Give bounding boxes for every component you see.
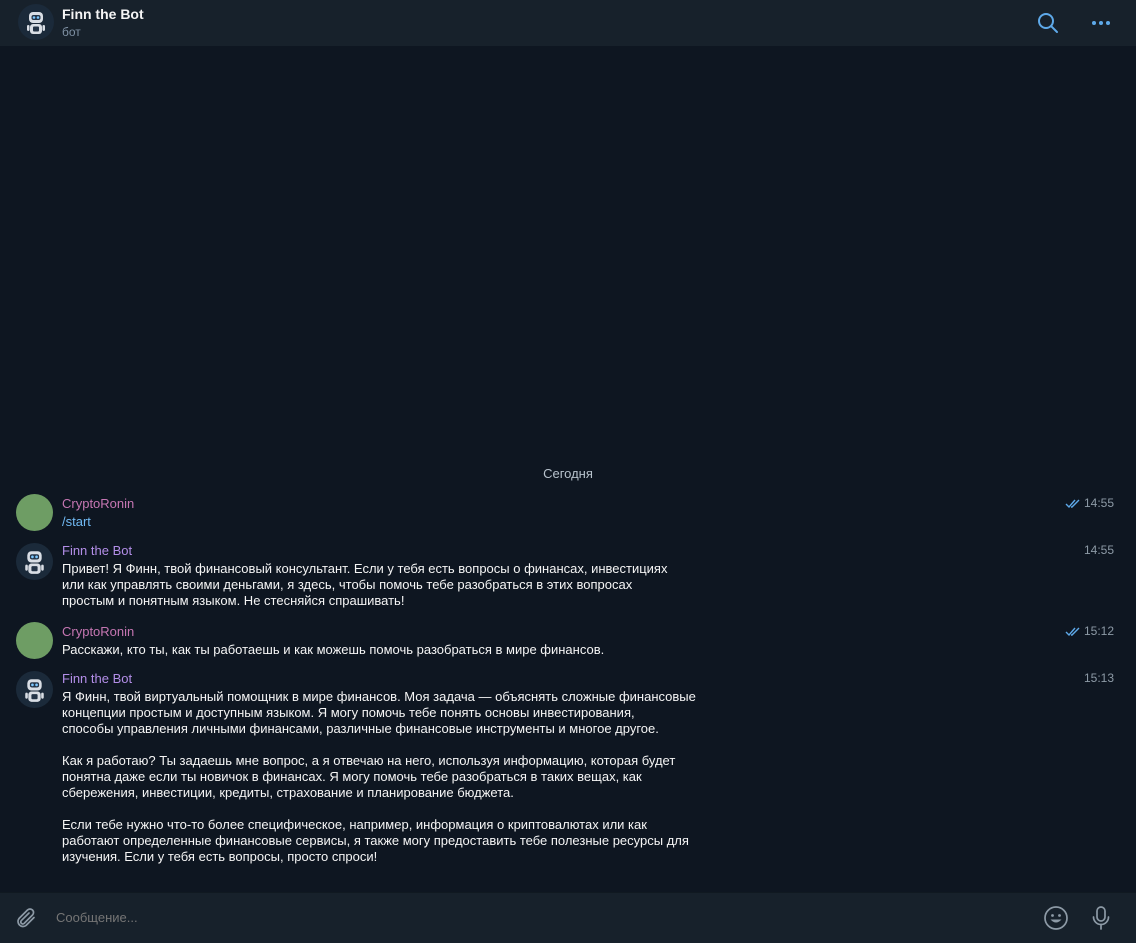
chat-subtitle: бот: [62, 25, 81, 39]
emoji-icon[interactable]: [1043, 905, 1069, 931]
message-text: Я Финн, твой виртуальный помощник в мире…: [62, 689, 696, 864]
search-icon[interactable]: [1036, 11, 1060, 35]
message-author[interactable]: Finn the Bot: [62, 543, 132, 558]
bot-avatar[interactable]: [16, 543, 53, 580]
bot-command-link[interactable]: /start: [62, 514, 732, 530]
message-time: 14:55: [1083, 543, 1114, 557]
message-composer: [0, 892, 1136, 943]
read-check-icon: [1065, 499, 1080, 508]
bot-avatar[interactable]: [16, 671, 53, 708]
more-icon[interactable]: [1089, 11, 1113, 35]
user-avatar[interactable]: [16, 494, 53, 531]
message-author[interactable]: Finn the Bot: [62, 671, 132, 686]
date-separator: Сегодня: [543, 466, 593, 481]
bot-avatar[interactable]: [18, 4, 54, 40]
message-time: 15:12: [1065, 624, 1114, 638]
message-item[interactable]: CryptoRonin /start 14:55: [0, 494, 1136, 531]
message-item[interactable]: CryptoRonin Расскажи, кто ты, как ты раб…: [0, 622, 1136, 659]
message-text: Привет! Я Финн, твой финансовый консульт…: [62, 561, 668, 608]
user-avatar[interactable]: [16, 622, 53, 659]
message-author[interactable]: CryptoRonin: [62, 624, 134, 639]
microphone-icon[interactable]: [1090, 905, 1112, 931]
message-item[interactable]: Finn the Bot Я Финн, твой виртуальный по…: [0, 671, 1136, 871]
message-author[interactable]: CryptoRonin: [62, 496, 134, 511]
paperclip-icon[interactable]: [14, 906, 38, 930]
chat-title[interactable]: Finn the Bot: [62, 6, 144, 22]
message-time-text: 15:12: [1083, 624, 1114, 638]
message-time: 15:13: [1083, 671, 1114, 685]
message-time-text: 14:55: [1083, 496, 1114, 510]
chat-header: Finn the Bot бот: [0, 0, 1136, 47]
message-input[interactable]: [56, 910, 1016, 925]
message-item[interactable]: Finn the Bot Привет! Я Финн, твой финанс…: [0, 543, 1136, 609]
read-check-icon: [1065, 627, 1080, 636]
message-time: 14:55: [1065, 496, 1114, 510]
message-text: Расскажи, кто ты, как ты работаешь и как…: [62, 642, 605, 657]
